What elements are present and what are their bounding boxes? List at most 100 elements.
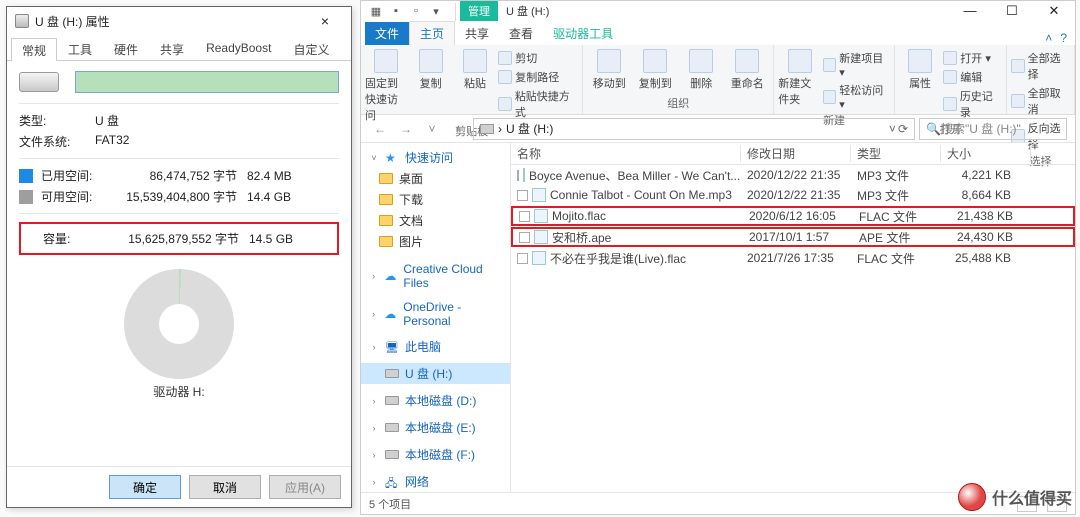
sidebar-disk-d[interactable]: ›本地磁盘 (D:) [361, 390, 510, 411]
ribbon-tab-home[interactable]: 主页 [409, 21, 455, 45]
row-checkbox[interactable] [517, 190, 528, 201]
search-icon: 🔍 [926, 122, 941, 136]
col-size[interactable]: 大小 [941, 145, 1031, 162]
col-name[interactable]: 名称 [511, 145, 741, 162]
column-headers[interactable]: 名称 修改日期 类型 大小 [511, 143, 1075, 165]
capacity-label: 容量: [43, 230, 103, 247]
item-count: 5 个项目 [369, 496, 411, 512]
file-size: 8,664 KB [941, 188, 1031, 202]
file-icon [532, 251, 546, 265]
tab-sharing[interactable]: 共享 [149, 37, 195, 60]
tab-readyboost[interactable]: ReadyBoost [195, 37, 282, 60]
edit-button[interactable]: 编辑 [943, 68, 1002, 86]
sidebar-disk-e[interactable]: ›本地磁盘 (E:) [361, 417, 510, 438]
tab-general[interactable]: 常规 [11, 38, 57, 61]
select-none-button[interactable]: 全部取消 [1011, 84, 1070, 118]
rename-button[interactable]: 重命名 [725, 49, 769, 91]
col-type[interactable]: 类型 [851, 145, 941, 162]
properties-button[interactable]: 属性 [899, 49, 941, 91]
ribbon-tab-file[interactable]: 文件 [365, 22, 409, 45]
paste-button[interactable]: 粘贴 [454, 49, 496, 91]
nav-pane: ˅快速访问 桌面 下载 文档 图片 ›Creative Cloud Files … [361, 143, 511, 492]
ribbon-tab-drivetools[interactable]: 驱动器工具 [543, 22, 623, 45]
delete-button[interactable]: 删除 [679, 49, 723, 91]
file-type: FLAC 文件 [851, 250, 941, 267]
copy-to-button[interactable]: 复制到 [633, 49, 677, 91]
pin-quick-access-button[interactable]: 固定到快速访问 [365, 49, 407, 123]
sidebar-quick-access[interactable]: ˅快速访问 [361, 147, 510, 168]
copy-path-button[interactable]: 复制路径 [498, 68, 578, 86]
sidebar-pictures[interactable]: 图片 [361, 231, 510, 252]
sidebar-desktop[interactable]: 桌面 [361, 168, 510, 189]
help-icon[interactable]: ? [1060, 31, 1067, 45]
close-icon[interactable]: × [307, 14, 343, 28]
explorer-titlebar[interactable]: ▦ ▪ ▫ ▾ 管理 U 盘 (H:) — ☐ ✕ [361, 1, 1075, 23]
ribbon-tab-view[interactable]: 查看 [499, 22, 543, 45]
qat-props-icon[interactable]: ▪ [387, 3, 405, 19]
tab-customize[interactable]: 自定义 [282, 37, 340, 60]
copy-button[interactable]: 复制 [409, 49, 451, 91]
close-button[interactable]: ✕ [1033, 1, 1075, 21]
row-checkbox[interactable] [519, 211, 530, 222]
contextual-tab-label: 管理 [460, 1, 498, 21]
maximize-button[interactable]: ☐ [991, 1, 1033, 21]
move-to-button[interactable]: 移动到 [587, 49, 631, 91]
file-row[interactable]: 不必在乎我是谁(Live).flac2021/7/26 17:35FLAC 文件… [511, 248, 1075, 268]
tab-hardware[interactable]: 硬件 [103, 37, 149, 60]
nav-forward-button[interactable]: → [395, 118, 417, 140]
ribbon-tab-share[interactable]: 共享 [455, 22, 499, 45]
row-checkbox[interactable] [517, 253, 528, 264]
sidebar-documents[interactable]: 文档 [361, 210, 510, 231]
cancel-button[interactable]: 取消 [189, 475, 261, 499]
file-row[interactable]: Boyce Avenue、Bea Miller - We Can't...202… [511, 165, 1075, 185]
nav-up-button[interactable]: ↑ [447, 118, 469, 140]
file-date: 2020/6/12 16:05 [743, 209, 853, 223]
minimize-button[interactable]: — [949, 1, 991, 21]
ribbon-collapse-icon[interactable]: ˄ [1045, 31, 1052, 45]
properties-tabs: 常规 工具 硬件 共享 ReadyBoost 自定义 [7, 37, 351, 61]
tab-tools[interactable]: 工具 [57, 37, 103, 60]
search-placeholder: 搜索"U 盘 (H:)" [941, 120, 1021, 137]
sidebar-onedrive[interactable]: ›OneDrive - Personal [361, 298, 510, 330]
sidebar-disk-f[interactable]: ›本地磁盘 (F:) [361, 444, 510, 465]
dialog-titlebar[interactable]: U 盘 (H:) 属性 × [7, 7, 351, 35]
cut-button[interactable]: 剪切 [498, 49, 578, 67]
open-button[interactable]: 打开 ▾ [943, 49, 1002, 67]
sidebar-udisk[interactable]: U 盘 (H:) [361, 363, 510, 384]
watermark-text: 什么值得买 [992, 485, 1072, 509]
file-date: 2020/12/22 21:35 [741, 168, 851, 182]
ok-button[interactable]: 确定 [109, 475, 181, 499]
sidebar-creative-cloud[interactable]: ›Creative Cloud Files [361, 260, 510, 292]
row-checkbox[interactable] [517, 170, 519, 181]
new-item-button[interactable]: 新建项目 ▾ [823, 49, 890, 80]
used-human: 82.4 MB [247, 169, 307, 183]
file-row[interactable]: Connie Talbot - Count On Me.mp32020/12/2… [511, 185, 1075, 205]
qat-new-folder-icon[interactable]: ▫ [407, 3, 425, 19]
address-dropdown-icon[interactable]: ˅ [889, 122, 896, 136]
drive-icon [480, 124, 494, 134]
apply-button[interactable]: 应用(A) [269, 475, 341, 499]
properties-dialog: U 盘 (H:) 属性 × 常规 工具 硬件 共享 ReadyBoost 自定义… [6, 6, 352, 508]
file-row[interactable]: 安和桥.ape2017/10/1 1:57APE 文件24,430 KB [511, 227, 1075, 247]
folder-icon[interactable]: ▦ [367, 3, 385, 19]
drive-icon [15, 14, 29, 28]
address-field[interactable]: › U 盘 (H:) ˅⟳ [473, 118, 915, 140]
sidebar-this-pc[interactable]: ›此电脑 [361, 336, 510, 357]
col-date[interactable]: 修改日期 [741, 145, 851, 162]
sidebar-downloads[interactable]: 下载 [361, 189, 510, 210]
nav-back-button[interactable]: ← [369, 118, 391, 140]
select-all-button[interactable]: 全部选择 [1011, 49, 1070, 83]
new-folder-button[interactable]: 新建文件夹 [778, 49, 820, 107]
file-row[interactable]: Mojito.flac2020/6/12 16:05FLAC 文件21,438 … [511, 206, 1075, 226]
search-input[interactable]: 🔍 搜索"U 盘 (H:)" [919, 118, 1067, 140]
nav-recent-button[interactable]: ˅ [421, 118, 443, 140]
file-size: 25,488 KB [941, 251, 1031, 265]
volume-label-input[interactable] [75, 71, 339, 93]
row-checkbox[interactable] [519, 232, 530, 243]
refresh-icon[interactable]: ⟳ [898, 122, 908, 136]
free-color-swatch [19, 190, 33, 204]
usage-pie-chart [124, 269, 234, 379]
qat-customize-icon[interactable]: ▾ [427, 3, 445, 19]
easy-access-button[interactable]: 轻松访问 ▾ [823, 81, 890, 112]
sidebar-network[interactable]: ›网络 [361, 471, 510, 492]
